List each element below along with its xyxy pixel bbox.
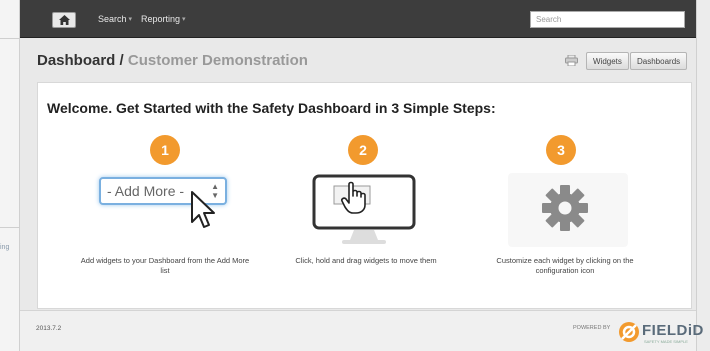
- home-button[interactable]: [52, 12, 76, 28]
- step-3-text: Customize each widget by clicking on the…: [496, 256, 634, 275]
- powered-by-label: POWERED BY: [573, 325, 611, 331]
- home-icon: [58, 15, 70, 25]
- divider: [0, 227, 20, 228]
- welcome-panel: Welcome. Get Started with the Safety Das…: [37, 82, 692, 309]
- step-2-badge: 2: [348, 135, 378, 165]
- page-subtitle: Customer Demonstration: [127, 52, 308, 69]
- hand-cursor-icon: [341, 181, 366, 214]
- chevron-down-icon: ▾: [128, 16, 133, 23]
- version-label: 2013.7.2: [36, 325, 62, 332]
- footer: 2013.7.2 POWERED BY FIELDiD SAFETY MADE …: [20, 310, 703, 351]
- dashboards-button[interactable]: Dashboards: [630, 52, 688, 70]
- page-header: Dashboard / Customer Demonstration Widge…: [20, 38, 696, 84]
- search-input[interactable]: Search: [530, 11, 685, 28]
- reporting-menu[interactable]: Reporting ▾: [141, 14, 186, 24]
- left-fragment-text: ing: [0, 244, 10, 251]
- logo-tagline: SAFETY MADE SIMPLE: [644, 339, 688, 344]
- search-menu-label: Search: [98, 14, 127, 24]
- gear-icon: [542, 185, 588, 231]
- chevron-down-icon: ▾: [182, 16, 186, 23]
- search-menu[interactable]: Search ▾: [98, 14, 132, 24]
- right-window-strip: [696, 0, 710, 351]
- search-placeholder: Search: [536, 15, 562, 24]
- title-separator: /: [119, 52, 124, 69]
- add-more-select-label: - Add More -: [107, 183, 185, 199]
- divider: [0, 38, 20, 39]
- widgets-button[interactable]: Widgets: [586, 52, 629, 70]
- welcome-heading: Welcome. Get Started with the Safety Das…: [47, 100, 496, 116]
- step-1-text: Add widgets to your Dashboard from the A…: [80, 256, 250, 275]
- step-1-badge: 1: [150, 135, 180, 165]
- page-title: Dashboard / Customer Demonstration: [37, 52, 308, 69]
- step-2-text: Click, hold and drag widgets to move the…: [295, 256, 437, 265]
- logo-wordmark: FIELDiD: [642, 322, 704, 339]
- top-navbar: Search ▾ Reporting ▾ Search: [20, 0, 696, 38]
- reporting-menu-label: Reporting: [141, 14, 181, 24]
- print-icon[interactable]: [565, 55, 578, 66]
- step-3-badge: 3: [546, 135, 576, 165]
- left-window-strip: ing: [0, 0, 20, 351]
- page-title-main: Dashboard: [37, 52, 116, 69]
- cursor-icon: [191, 191, 215, 228]
- logo-icon: [619, 322, 639, 342]
